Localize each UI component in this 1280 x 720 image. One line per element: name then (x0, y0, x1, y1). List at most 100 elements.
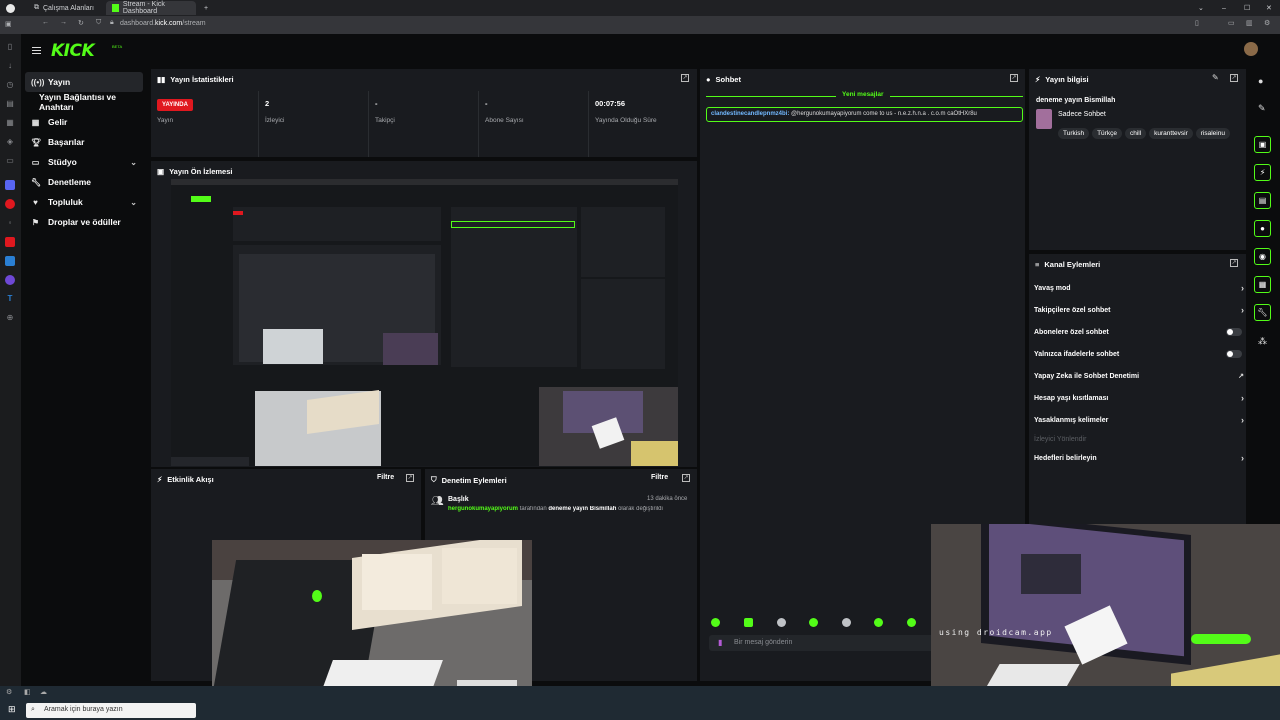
emote-icon[interactable] (842, 618, 851, 627)
reading-panel-icon[interactable]: ▦ (5, 118, 15, 128)
tag-chip[interactable]: chill (1124, 128, 1147, 139)
emote-icon[interactable] (711, 618, 720, 627)
discord-panel-icon[interactable] (5, 180, 15, 190)
action-account-age[interactable]: Hesap yaşı kısıtlaması › (1034, 388, 1244, 408)
emote-icon[interactable] (907, 618, 916, 627)
popout-icon[interactable]: ↗ (406, 474, 414, 482)
new-tab-button[interactable]: + (198, 1, 214, 15)
hamburger-menu-icon[interactable] (32, 47, 41, 54)
rail-screen-button[interactable]: ▣ (1254, 136, 1271, 153)
sidebar-item-community[interactable]: ♥ Topluluk ⌄ (25, 192, 143, 212)
bolt-icon: ⚡︎ (157, 475, 163, 484)
cloud-icon[interactable]: ☁ (40, 688, 47, 696)
activity-filter-button[interactable]: Filtre (377, 474, 394, 481)
settings-icon[interactable]: ⚙ (1264, 19, 1270, 27)
window-panel-icon[interactable]: ▭ (5, 156, 15, 166)
web-panel-blue-icon[interactable] (5, 256, 15, 266)
tag-chip[interactable]: risaleinu (1195, 128, 1230, 139)
browser-menu-button[interactable] (0, 1, 26, 15)
rail-chat-button[interactable]: ● (1254, 220, 1271, 237)
notes-icon: ▤ (1258, 196, 1267, 205)
popout-icon[interactable]: ↗ (1230, 259, 1238, 267)
microphone-icon[interactable]: ▮ (718, 638, 722, 647)
reload-icon[interactable]: ↻ (78, 19, 84, 27)
windows-start-icon[interactable]: ⊞ (8, 704, 16, 715)
stream-preview-video[interactable] (171, 179, 678, 466)
rail-broadcast-button[interactable]: ◉ (1254, 248, 1271, 265)
tab-list-button[interactable]: ⌄ (1192, 1, 1210, 15)
maximize-button[interactable]: ☐ (1238, 1, 1256, 15)
action-followers-only[interactable]: Takipçilere özel sohbet › (1034, 300, 1244, 320)
rail-tools-button[interactable]: 🔧︎ (1254, 304, 1271, 321)
popout-icon[interactable]: ↗ (681, 74, 689, 82)
sidebar-item-stream-key[interactable]: Yayın Bağlantısı ve Anahtarı (25, 92, 143, 112)
bookmark-icon[interactable]: ▯ (1195, 19, 1199, 27)
avatar[interactable] (1244, 42, 1258, 56)
sidebar-item-drops[interactable]: ⚑ Droplar ve ödüller (25, 212, 143, 232)
sidebar-item-stream[interactable]: ((•)) Yayın (25, 72, 143, 92)
edit-icon[interactable]: ✎ (1212, 73, 1219, 82)
subscribers-only-toggle[interactable] (1226, 328, 1242, 336)
web-panel-icon[interactable]: ◦ (5, 218, 15, 228)
web-panel-t-icon[interactable]: T (5, 294, 15, 304)
info-circle-icon[interactable]: ● (1258, 76, 1263, 86)
tab-kick-dashboard[interactable]: Stream - Kick Dashboard (106, 1, 196, 15)
action-set-goals[interactable]: Hedefleri belirleyin › (1034, 448, 1244, 468)
lock-icon: 🔒︎ (110, 19, 114, 26)
emotes-only-toggle[interactable] (1226, 350, 1242, 358)
extensions-icon[interactable]: ▭ (1228, 19, 1235, 27)
sidebar-toggle-icon[interactable]: ▣ (5, 20, 12, 28)
web-panel-purple-icon[interactable] (5, 275, 15, 285)
panel-toggle-icon[interactable]: ◧ (24, 688, 31, 696)
rail-bolt-button[interactable]: ⚡︎ (1254, 164, 1271, 181)
emote-icon[interactable] (777, 618, 786, 627)
sidebar-item-revenue[interactable]: ▦ Gelir (25, 112, 143, 132)
stream-stats-title: Yayın İstatistikleri (170, 75, 234, 84)
vivaldi-icon (6, 3, 15, 13)
sidebar-item-studio[interactable]: ▭ Stüdyo ⌄ (25, 152, 143, 172)
add-widget-icon[interactable]: ⁂ (1258, 336, 1267, 347)
panel-icon[interactable]: ▥ (1246, 19, 1253, 27)
pencil-icon[interactable]: ✎ (1258, 103, 1266, 114)
chat-username[interactable]: clandestinecandlepnmz4bi: (711, 111, 789, 117)
close-window-button[interactable]: ✕ (1260, 1, 1278, 15)
sidebar-item-moderation[interactable]: 🔧︎ Denetleme (25, 172, 143, 192)
youtube-panel-icon[interactable] (5, 199, 15, 209)
bookmarks-panel-icon[interactable]: ▯ (5, 42, 15, 52)
back-icon[interactable]: ← (42, 19, 49, 26)
kick-logo[interactable]: KICK (51, 41, 95, 61)
translate-panel-icon[interactable]: ◈ (5, 137, 15, 147)
downloads-panel-icon[interactable]: ↓ (5, 61, 15, 71)
workspace-icon: ⧉ (34, 4, 39, 11)
chat-message[interactable]: clandestinecandlepnmz4bi: @hergunokumaya… (706, 107, 1023, 122)
moderation-filter-button[interactable]: Filtre (651, 474, 668, 481)
rail-notes-button[interactable]: ▤ (1254, 192, 1271, 209)
url-field[interactable]: dashboard.kick.com/stream (120, 20, 206, 27)
forward-icon[interactable]: → (60, 19, 67, 26)
add-web-panel-icon[interactable]: ⊕ (5, 313, 15, 323)
taskbar-search-input[interactable]: ⌕ Aramak için buraya yazın (26, 703, 196, 718)
emote-icon[interactable] (809, 618, 818, 627)
shield-icon[interactable]: ⛉ (96, 19, 101, 27)
emote-icon[interactable] (874, 618, 883, 627)
rail-stats-button[interactable]: ▦ (1254, 276, 1271, 293)
emote-icon[interactable] (744, 618, 753, 627)
minimize-button[interactable]: – (1216, 1, 1232, 15)
notes-panel-icon[interactable]: ▤ (5, 99, 15, 109)
settings-icon[interactable]: ⚙ (6, 688, 12, 696)
web-panel-red-icon[interactable] (5, 237, 15, 247)
tag-chip[interactable]: Turkish (1058, 128, 1090, 139)
tab-workspaces[interactable]: ⧉ Çalışma Alanları (28, 1, 106, 15)
action-banned-words[interactable]: Yasaklanmış kelimeler › (1034, 410, 1244, 430)
tag-chip[interactable]: Türkçe (1092, 128, 1122, 139)
tag-chip[interactable]: kuranttevsir (1149, 128, 1193, 139)
category-name[interactable]: Sadece Sohbet (1058, 111, 1106, 118)
popout-icon[interactable]: ↗ (1230, 74, 1238, 82)
popout-icon[interactable]: ↗ (682, 474, 690, 482)
popout-icon[interactable]: ↗ (1010, 74, 1018, 82)
action-ai-moderation[interactable]: Yapay Zeka ile Sohbet Denetimi ↗ (1034, 366, 1244, 386)
history-panel-icon[interactable]: ◷ (5, 80, 15, 90)
sidebar-item-achievements[interactable]: 🏆︎ Başarılar (25, 132, 143, 152)
action-slow-mode[interactable]: Yavaş mod › (1034, 278, 1244, 298)
chat-input[interactable]: ▮ Bir mesaj gönderin (709, 635, 949, 651)
